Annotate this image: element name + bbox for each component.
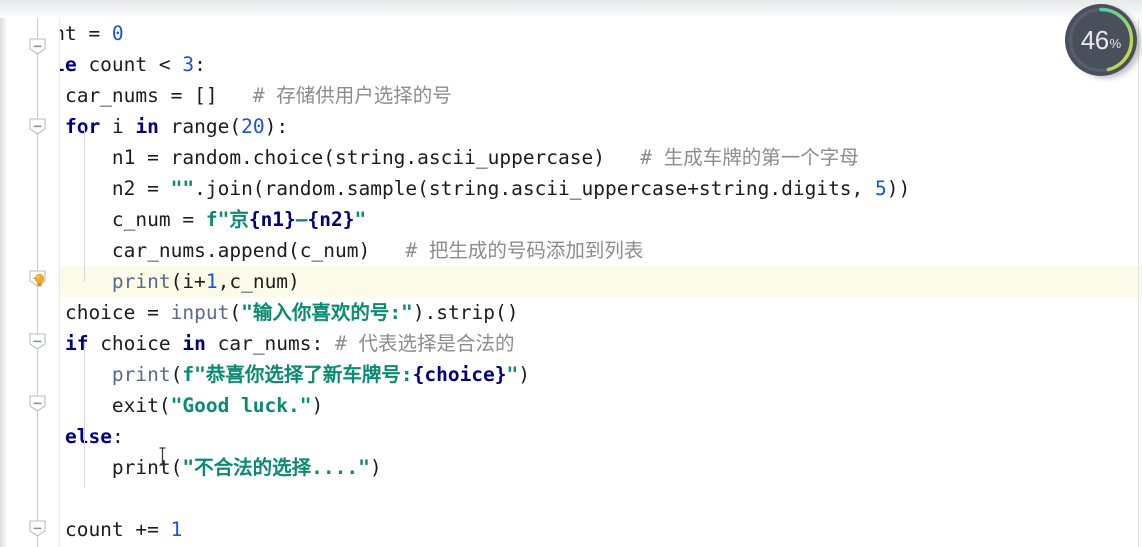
code-token-plain: i <box>100 115 136 138</box>
code-token-fprefix: f"恭喜你选择了新车牌号: <box>182 363 413 386</box>
code-token-plain: choice <box>88 332 183 355</box>
code-token-plain: car_nums: <box>205 332 335 355</box>
code-line[interactable]: choice = input("输入你喜欢的号:").strip() <box>0 297 1142 328</box>
code-token-builtin: print <box>111 270 171 293</box>
code-line[interactable]: print(i+1,c_num) <box>0 266 1142 297</box>
fold-marker-ifbody[interactable] <box>29 395 46 412</box>
code-line[interactable]: for i in range(20): <box>0 111 1142 142</box>
code-token-builtin: input <box>170 301 230 324</box>
code-token-plain: .join(random.sample(string.ascii_upperca… <box>194 177 876 200</box>
code-token-brace: {n2} <box>307 208 355 231</box>
code-token-str: "输入你喜欢的号:" <box>241 301 413 324</box>
progress-ring <box>1065 4 1137 76</box>
code-token-brace: {choice} <box>412 363 507 386</box>
code-line-text: if choice in car_nums: # 代表选择是合法的 <box>18 328 515 359</box>
code-line-text: print(f"恭喜你选择了新车牌号:{choice}") <box>18 359 530 390</box>
fold-marker-bottom[interactable] <box>29 520 46 537</box>
code-token-plain: (i+ <box>170 270 206 293</box>
code-token-plain: ( <box>170 363 183 386</box>
code-line[interactable]: n1 = random.choice(string.ascii_uppercas… <box>0 142 1142 173</box>
code-token-str: – <box>295 208 308 231</box>
code-token-num: 5 <box>875 177 887 200</box>
code-token-plain: n1 = random.choice(string.ascii_uppercas… <box>18 146 641 169</box>
code-token-num: 3 <box>182 53 195 76</box>
code-line-text: car_nums = [] # 存储供用户选择的号 <box>18 80 452 111</box>
intention-bulb-icon[interactable] <box>31 272 48 289</box>
code-line[interactable] <box>0 483 1142 514</box>
indent-guide <box>84 343 85 488</box>
code-line-text: n1 = random.choice(string.ascii_uppercas… <box>18 142 859 173</box>
code-token-str: "" <box>170 177 195 200</box>
code-content-area[interactable]: count = 0while count < 3: car_nums = [] … <box>0 0 1142 547</box>
code-line[interactable]: else: <box>0 421 1142 452</box>
code-line[interactable]: exit("Good luck.") <box>0 390 1142 421</box>
code-line[interactable]: print(f"恭喜你选择了新车牌号:{choice}") <box>0 359 1142 390</box>
code-token-brace: {n1} <box>248 208 296 231</box>
code-line-text: choice = input("输入你喜欢的号:").strip() <box>18 297 519 328</box>
code-line-text: print(i+1,c_num) <box>18 266 300 297</box>
code-token-plain: ).strip() <box>412 301 519 324</box>
progress-indicator-widget[interactable]: 46 % <box>1064 3 1142 81</box>
code-line-text: car_nums.append(c_num) # 把生成的号码添加到列表 <box>18 235 644 266</box>
code-token-plain: ): <box>264 115 289 138</box>
code-line[interactable]: count += 1 <box>0 514 1142 545</box>
code-token-str: "Good luck." <box>170 394 312 417</box>
code-token-plain: ( <box>229 301 242 324</box>
code-token-str: " <box>506 363 519 386</box>
code-line-text: exit("Good luck.") <box>18 390 323 421</box>
code-token-kw: in <box>135 115 159 138</box>
code-token-plain: : <box>111 425 124 448</box>
code-token-str: "不合法的选择...." <box>182 456 370 479</box>
fold-marker-while[interactable] <box>29 38 46 55</box>
code-token-fprefix: f"京 <box>205 208 249 231</box>
code-token-plain: ) <box>369 456 382 479</box>
code-token-str: " <box>354 208 367 231</box>
code-token-kw: else <box>64 425 112 448</box>
code-token-builtin: print <box>111 363 171 386</box>
code-token-plain: car_nums.append(c_num) <box>18 239 406 262</box>
fold-marker-for[interactable] <box>29 118 46 135</box>
code-line[interactable]: n2 = "".join(random.sample(string.ascii_… <box>0 173 1142 204</box>
code-editor[interactable]: count = 0while count < 3: car_nums = [] … <box>0 0 1142 547</box>
code-line-text: c_num = f"京{n1}–{n2}" <box>18 204 366 235</box>
code-token-plain: )) <box>886 177 911 200</box>
code-token-num: 20 <box>241 115 265 138</box>
code-token-kw: in <box>182 332 206 355</box>
code-token-num: 0 <box>111 22 124 45</box>
code-line[interactable]: car_nums = [] # 存储供用户选择的号 <box>0 80 1142 111</box>
code-token-cmt: # 存储供用户选择的号 <box>252 84 452 107</box>
code-token-plain: ,c_num) <box>217 270 300 293</box>
code-line[interactable]: while count < 3: <box>0 49 1142 80</box>
indent-guide <box>84 127 85 282</box>
code-line[interactable]: if choice in car_nums: # 代表选择是合法的 <box>0 328 1142 359</box>
code-token-cmt: # 代表选择是合法的 <box>335 332 515 355</box>
code-token-kw: for <box>64 115 101 138</box>
code-token-plain: : <box>194 53 206 76</box>
code-line[interactable]: c_num = f"京{n1}–{n2}" <box>0 204 1142 235</box>
code-line[interactable]: car_nums.append(c_num) # 把生成的号码添加到列表 <box>0 235 1142 266</box>
code-line-text: print("不合法的选择....") <box>18 452 382 483</box>
fold-marker-if[interactable] <box>29 333 46 350</box>
code-token-cmt: # 生成车牌的第一个字母 <box>640 146 859 169</box>
code-line[interactable]: print("不合法的选择....") <box>0 452 1142 483</box>
code-line[interactable]: count = 0 <box>0 18 1142 49</box>
code-token-plain: count < <box>76 53 183 76</box>
code-line-text: n2 = "".join(random.sample(string.ascii_… <box>18 173 910 204</box>
code-token-plain: range( <box>158 115 242 138</box>
gutter-edge-shadow <box>0 0 7 547</box>
text-ibeam-cursor <box>158 447 167 466</box>
code-token-plain: ) <box>311 394 324 417</box>
code-token-plain: ) <box>518 363 531 386</box>
code-token-num: 1 <box>170 518 183 541</box>
gutter-separator-line <box>59 0 60 547</box>
code-token-cmt: # 把生成的号码添加到列表 <box>405 239 644 262</box>
right-edge-line <box>1138 0 1139 547</box>
code-token-num: 1 <box>205 270 218 293</box>
